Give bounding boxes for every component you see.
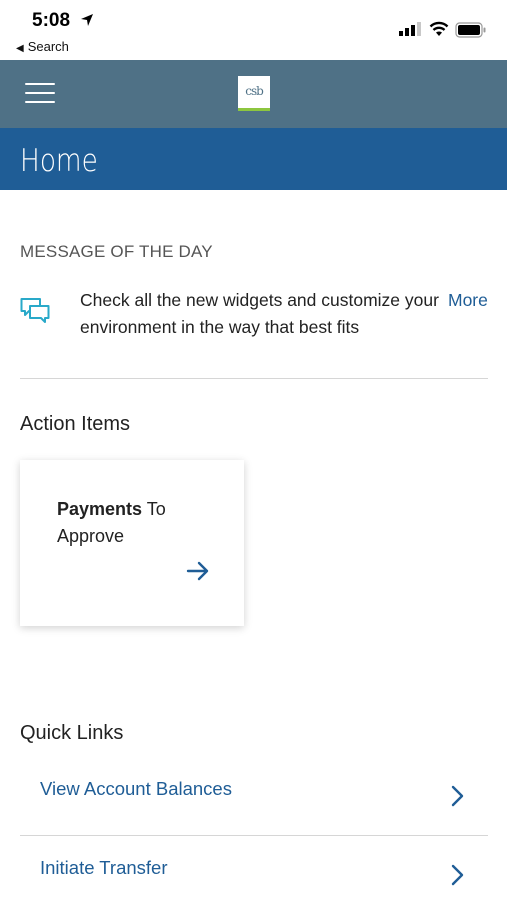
message-of-the-day-heading: MESSAGE OF THE DAY bbox=[20, 242, 213, 261]
wifi-icon bbox=[429, 21, 449, 36]
page-title: Home bbox=[20, 143, 98, 179]
message-of-the-day-text: Check all the new widgets and customize … bbox=[80, 290, 439, 337]
card-text: Payments To Approve bbox=[57, 496, 227, 550]
chevron-right-icon bbox=[451, 785, 464, 807]
back-triangle-icon: ◀ bbox=[16, 43, 24, 54]
status-bar: 5:08 ◀ Search bbox=[0, 0, 507, 60]
quick-links-heading: Quick Links bbox=[20, 722, 124, 744]
card-text-bold: Payments bbox=[57, 499, 143, 519]
title-bar: Home bbox=[0, 128, 507, 190]
cellular-signal-icon bbox=[399, 22, 421, 36]
chevron-right-icon bbox=[451, 864, 464, 886]
bank-logo: csb bbox=[238, 76, 270, 111]
more-link[interactable]: More bbox=[448, 287, 488, 314]
arrow-right-icon bbox=[186, 561, 209, 581]
app-header: csb bbox=[0, 60, 507, 128]
payments-to-approve-card[interactable]: Payments To Approve bbox=[20, 460, 244, 626]
quick-link-label: Initiate Transfer bbox=[40, 857, 168, 878]
location-arrow-icon bbox=[81, 14, 93, 26]
quick-link-initiate-transfer[interactable]: Initiate Transfer bbox=[20, 845, 488, 915]
quick-link-view-account-balances[interactable]: View Account Balances bbox=[20, 765, 488, 835]
divider bbox=[20, 378, 488, 379]
action-items-heading: Action Items bbox=[20, 413, 131, 435]
back-to-search-link[interactable]: ◀ Search bbox=[16, 39, 69, 54]
battery-icon bbox=[455, 22, 486, 38]
hamburger-menu-icon[interactable] bbox=[25, 83, 55, 105]
divider bbox=[20, 835, 488, 836]
chat-bubbles-icon bbox=[20, 298, 50, 323]
quick-link-label: View Account Balances bbox=[40, 778, 232, 799]
status-time: 5:08 bbox=[32, 10, 71, 31]
back-search-label: Search bbox=[27, 39, 69, 54]
